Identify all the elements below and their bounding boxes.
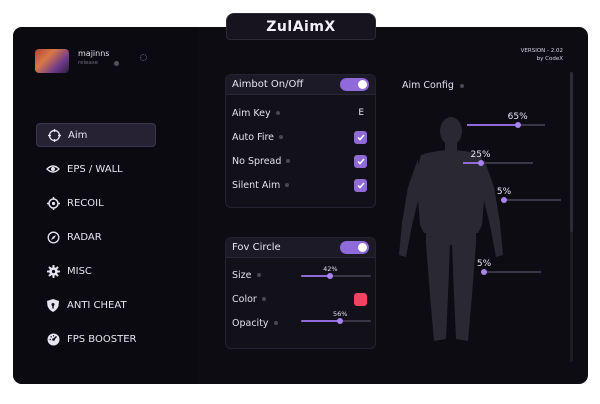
color-row: Color: [232, 291, 367, 307]
aim-chest-slider[interactable]: 25%: [463, 150, 533, 166]
avatar[interactable]: [35, 49, 69, 73]
aim-config-label: Aim Config: [402, 80, 464, 91]
size-label: Size: [232, 269, 252, 281]
scrollbar[interactable]: [570, 72, 573, 362]
status-dot: [114, 60, 120, 66]
sidebar-item-fps-booster[interactable]: FPS BOOSTER: [36, 327, 156, 351]
info-dot: [275, 111, 280, 115]
compass-icon: [46, 230, 60, 244]
aim-key-label: Aim Key: [232, 107, 271, 119]
aim-head-value: 65%: [507, 112, 528, 122]
size-value: 42%: [323, 265, 338, 273]
slider-knob[interactable]: [337, 318, 344, 324]
aim-arms-slider[interactable]: 5%: [497, 187, 561, 203]
info-dot: [261, 297, 266, 301]
app-title-main: ZulAim: [266, 18, 325, 35]
app-title-accent: X: [324, 18, 336, 35]
auto-fire-row: Auto Fire: [232, 129, 367, 145]
info-dot: [256, 273, 261, 277]
sidebar-item-label: EPS / WALL: [67, 163, 123, 175]
profile-settings-icon[interactable]: [140, 54, 147, 61]
no-spread-checkbox[interactable]: [354, 154, 367, 168]
aim-legs-slider[interactable]: 5%: [477, 259, 541, 275]
fov-panel: Fov Circle Size 42% Color Opacity 56%: [225, 237, 376, 349]
scrollbar-thumb[interactable]: [570, 72, 573, 232]
profile: majinns release: [35, 49, 120, 73]
sidebar-item-eps-wall[interactable]: EPS / WALL: [36, 157, 156, 181]
no-spread-row: No Spread: [232, 153, 367, 169]
aim-config-text: Aim Config: [402, 80, 454, 91]
auto-fire-label: Auto Fire: [232, 131, 275, 143]
silent-aim-label: Silent Aim: [232, 179, 281, 191]
gear-icon: [46, 264, 60, 278]
sidebar-item-radar[interactable]: RADAR: [36, 225, 156, 249]
fov-toggle[interactable]: [340, 241, 369, 254]
info-dot: [459, 83, 464, 88]
sidebar-item-anti-cheat[interactable]: ANTI CHEAT: [36, 293, 156, 317]
opacity-slider[interactable]: 56%: [301, 310, 371, 324]
aim-chest-value: 25%: [470, 150, 491, 160]
sidebar-item-misc[interactable]: MISC: [36, 259, 156, 283]
color-label: Color: [232, 293, 257, 305]
slider-knob[interactable]: [477, 160, 484, 166]
aim-head-slider[interactable]: 65%: [467, 112, 545, 128]
fov-header: Fov Circle: [232, 242, 281, 253]
info-dot: [286, 159, 291, 163]
aim-legs-value: 5%: [476, 259, 492, 269]
slider-knob[interactable]: [514, 122, 521, 128]
auto-fire-checkbox[interactable]: [354, 130, 367, 144]
version-info: VERSION - 2.02 by CodeX: [521, 48, 563, 63]
aim-arms-value: 5%: [496, 187, 512, 197]
status-text: release: [78, 60, 99, 66]
opacity-label: Opacity: [232, 317, 269, 329]
sidebar-item-label: ANTI CHEAT: [67, 299, 127, 311]
aimbot-toggle[interactable]: [340, 78, 369, 91]
info-dot: [279, 135, 284, 139]
info-dot: [285, 183, 290, 187]
silent-aim-checkbox[interactable]: [354, 178, 367, 192]
sidebar-item-label: MISC: [67, 265, 92, 277]
app-title: ZulAim X: [226, 13, 376, 40]
slider-knob[interactable]: [501, 197, 507, 203]
aim-key-value[interactable]: E: [358, 108, 364, 118]
slider-knob[interactable]: [327, 273, 334, 279]
sidebar-nav: Aim EPS / WALL RECOIL RADAR MISC ANTI CH…: [36, 123, 156, 361]
sidebar-item-recoil[interactable]: RECOIL: [36, 191, 156, 215]
sidebar-item-label: Aim: [68, 129, 88, 141]
sidebar-item-label: RECOIL: [67, 197, 104, 209]
size-slider[interactable]: 42%: [301, 265, 371, 279]
sidebar-item-label: FPS BOOSTER: [67, 333, 137, 345]
silent-aim-row: Silent Aim: [232, 177, 367, 193]
opacity-value: 56%: [332, 310, 348, 318]
color-picker[interactable]: [354, 292, 367, 306]
no-spread-label: No Spread: [232, 155, 282, 167]
aimbot-panel: Aimbot On/Off Aim Key E Auto Fire No Spr…: [225, 74, 376, 208]
main-window: majinns release Aim EPS / WALL RECOIL RA…: [13, 27, 588, 384]
eye-icon: [46, 162, 60, 176]
crosshair-icon: [47, 128, 61, 142]
speedometer-icon: [46, 332, 60, 346]
sidebar-item-label: RADAR: [67, 231, 102, 243]
info-dot: [273, 321, 278, 325]
version-text: VERSION - 2.02: [520, 48, 563, 54]
target-icon: [46, 196, 60, 210]
shield-icon: [46, 298, 60, 312]
username: majinns: [78, 49, 110, 58]
author-text: by CodeX: [536, 55, 563, 62]
sidebar: majinns release Aim EPS / WALL RECOIL RA…: [13, 27, 198, 384]
sidebar-item-aim[interactable]: Aim: [36, 123, 156, 147]
aim-key-row: Aim Key E: [232, 105, 367, 121]
aimbot-header: Aimbot On/Off: [232, 79, 304, 90]
slider-knob[interactable]: [481, 269, 487, 275]
